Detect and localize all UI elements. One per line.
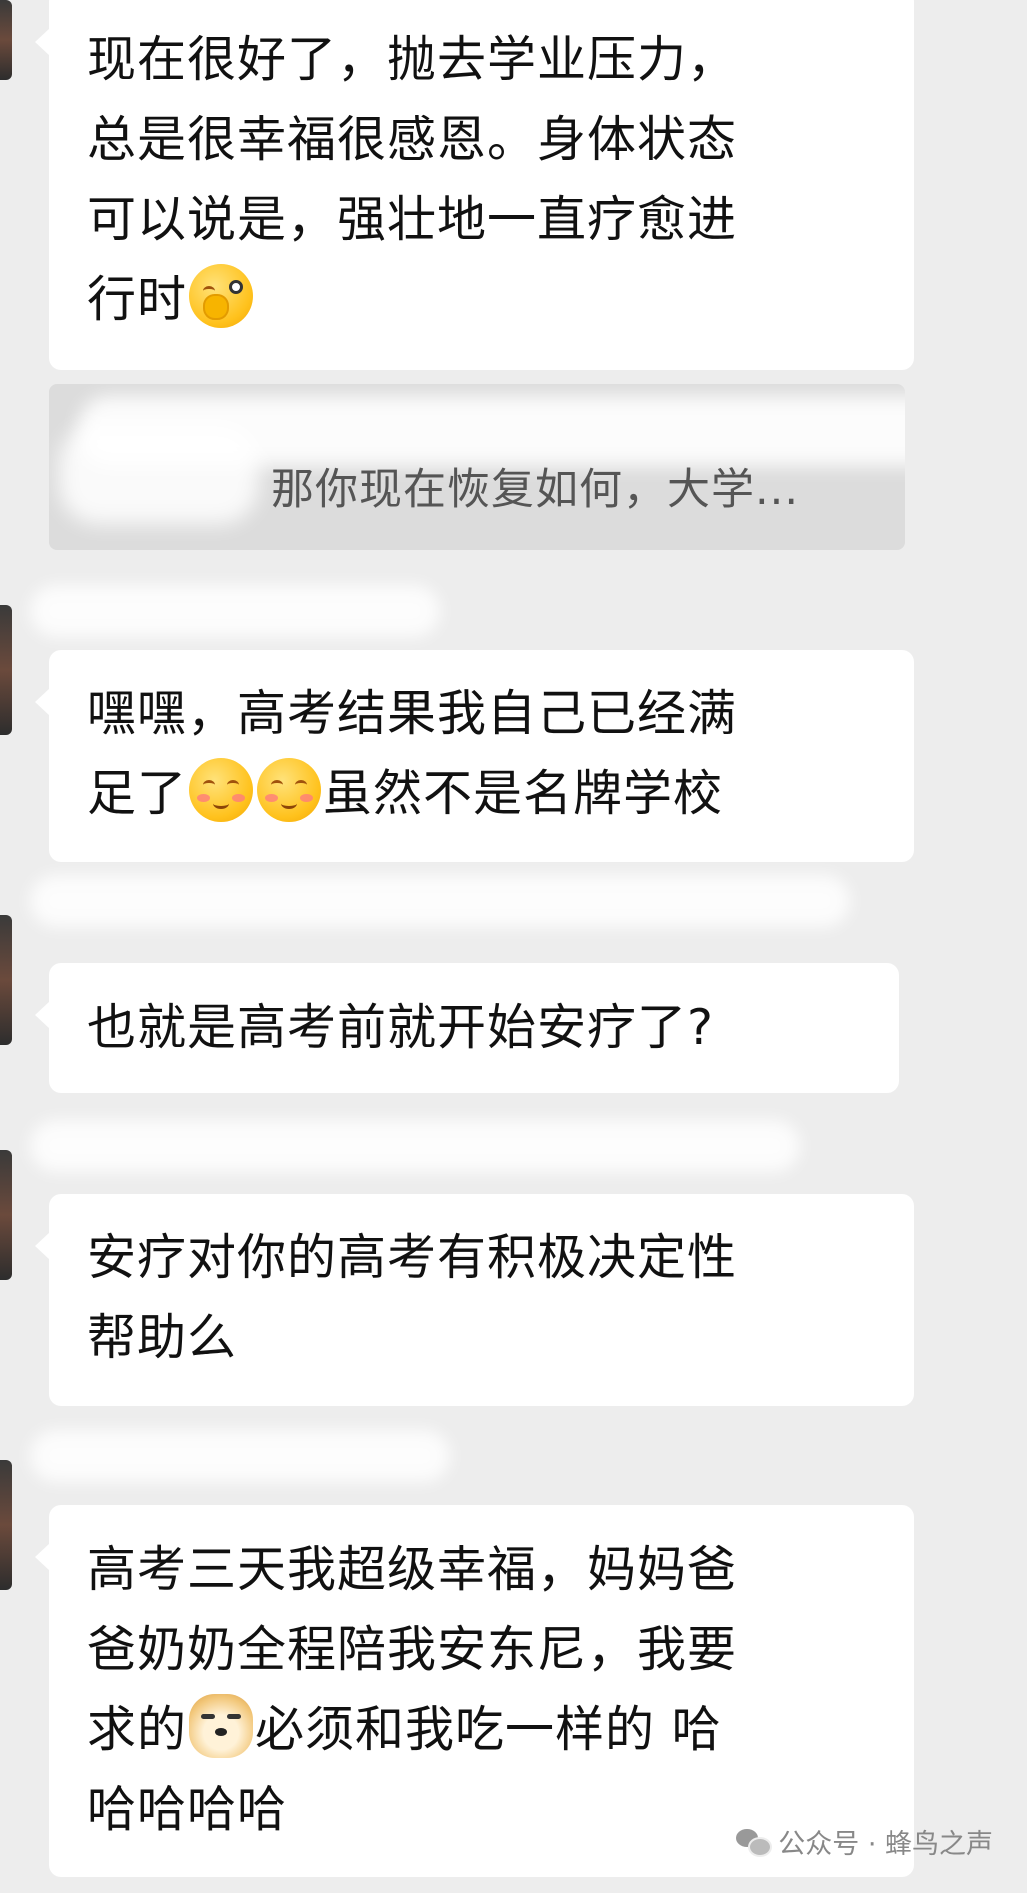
message-bubble[interactable]: 嘿嘿，高考结果我自己已经满 足了 虽然不是名牌学校 xyxy=(35,650,914,862)
message-line: 虽然不是名牌学校 xyxy=(323,765,724,822)
watermark-text: 公众号 · 蜂鸟之声 xyxy=(778,1829,993,1860)
message-line: 可以说是，强壮地一直疗愈进 xyxy=(87,191,738,248)
message-line: 现在很好了，抛去学业压力， xyxy=(87,31,738,88)
message-line-with-emoji: 足了 虽然不是名牌学校 xyxy=(87,754,876,834)
redacted-sender-name xyxy=(30,875,850,927)
redacted-sender-name xyxy=(30,1120,800,1172)
message-bubble[interactable]: 现在很好了，抛去学业压力， 总是很幸福很感恩。身体状态 可以说是，强壮地一直疗愈… xyxy=(35,0,914,370)
watermark: 公众号 · 蜂鸟之声 xyxy=(736,1822,993,1861)
avatar[interactable] xyxy=(0,915,12,1045)
message-line: 爸奶奶全程陪我安东尼，我要 xyxy=(87,1621,738,1678)
avatar[interactable] xyxy=(0,1460,12,1590)
wink-face-emoji xyxy=(189,264,254,328)
wechat-icon xyxy=(736,1828,773,1857)
message-line: 求的 xyxy=(87,1701,188,1758)
message-bubble[interactable]: 也就是高考前就开始安疗了? xyxy=(35,963,899,1093)
quoted-message[interactable]: 那你现在恢复如何，大学... xyxy=(49,384,905,550)
message-line: 行时 xyxy=(87,271,188,328)
avatar[interactable] xyxy=(0,0,12,80)
message-line-with-emoji: 求的 必须和我吃一样的 哈 xyxy=(87,1690,876,1770)
message-line: 总是很幸福很感恩。身体状态 xyxy=(87,111,738,168)
message-line: 必须和我吃一样的 哈 xyxy=(255,1701,722,1758)
message-line-with-emoji: 行时 xyxy=(87,260,876,340)
message-bubble[interactable]: 安疗对你的高考有积极决定性 帮助么 xyxy=(35,1194,914,1406)
message-line: 安疗对你的高考有积极决定性 xyxy=(87,1229,738,1286)
shy-smile-emoji xyxy=(257,758,322,822)
doge-emoji xyxy=(189,1694,254,1758)
message-line: 足了 xyxy=(87,765,188,822)
redacted-quote-avatar xyxy=(59,424,259,524)
message-line: 也就是高考前就开始安疗了? xyxy=(87,999,715,1056)
avatar[interactable] xyxy=(0,605,12,735)
avatar[interactable] xyxy=(0,1150,12,1280)
quoted-message-text: 那你现在恢复如何，大学... xyxy=(271,465,800,515)
message-line: 帮助么 xyxy=(87,1309,238,1366)
redacted-sender-name xyxy=(30,1430,450,1482)
shy-smile-emoji xyxy=(189,758,254,822)
message-line: 嘿嘿，高考结果我自己已经满 xyxy=(87,685,738,742)
message-line: 高考三天我超级幸福，妈妈爸 xyxy=(87,1541,738,1598)
redacted-sender-name xyxy=(30,585,440,637)
